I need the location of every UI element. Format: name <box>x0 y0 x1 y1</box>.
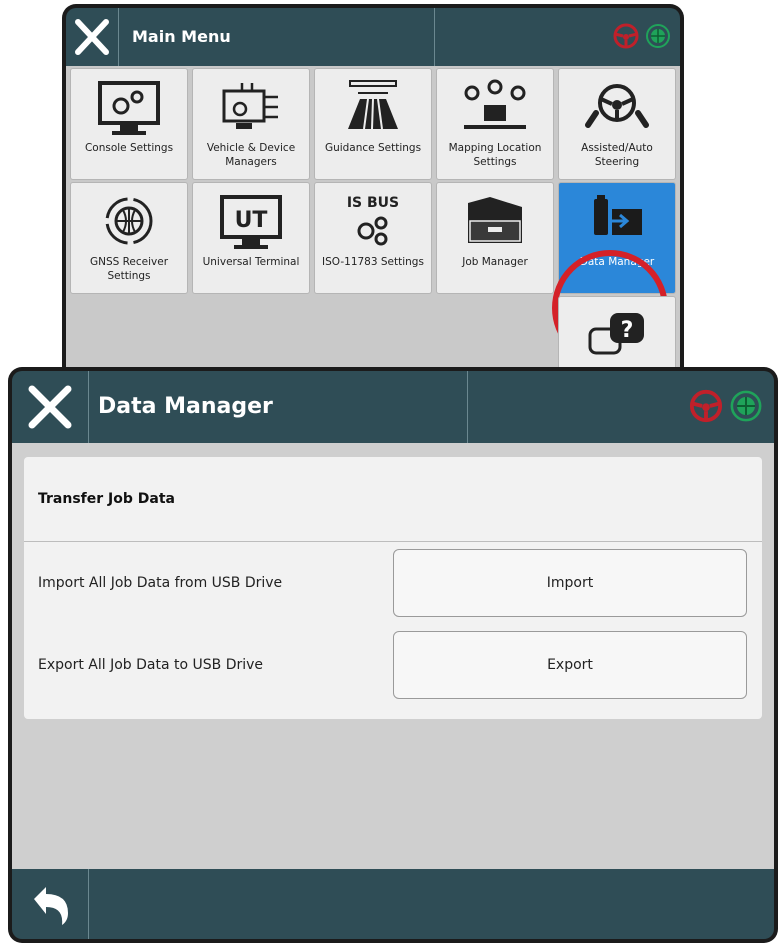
mapping-location-icon <box>464 79 526 129</box>
tile-console-settings[interactable]: Console Settings <box>70 68 188 180</box>
tile-label: ISO-11783 Settings <box>322 256 424 268</box>
steering-status-icon <box>613 23 639 49</box>
tile-iso-11783-settings[interactable]: IS BUS ISO-11783 Settings <box>314 182 432 294</box>
universal-terminal-icon: UT <box>220 195 282 249</box>
import-row: Import All Job Data from USB Drive Impor… <box>24 547 762 619</box>
guidance-icon <box>348 80 398 130</box>
data-manager-body: Transfer Job Data Import All Job Data fr… <box>12 443 774 869</box>
tile-label: Assisted/Auto Steering <box>581 142 653 168</box>
isobus-logo-text: IS BUS <box>347 195 399 211</box>
status-icons <box>612 22 672 50</box>
data-manager-header: Data Manager <box>12 371 774 443</box>
tile-assisted-auto-steering[interactable]: Assisted/Auto Steering <box>558 68 676 180</box>
gnss-status-icon <box>730 390 762 422</box>
data-manager-window: Data Manager Transfer Job Data Import Al… <box>8 367 778 943</box>
close-button[interactable] <box>66 8 119 66</box>
gnss-status-icon <box>646 24 670 48</box>
page-title: Data Manager <box>98 394 273 419</box>
tile-label: Vehicle & Device Managers <box>206 142 296 168</box>
tile-label: GNSS Receiver Settings <box>89 256 169 282</box>
steering-wheel-icon <box>585 84 649 128</box>
main-menu-grid: Console Settings Vehicle & Device Manage… <box>66 66 680 408</box>
svg-text:?: ? <box>621 318 634 343</box>
tile-label: Mapping Location Settings <box>448 142 542 168</box>
back-button[interactable] <box>12 869 89 939</box>
section-title: Transfer Job Data <box>24 457 762 542</box>
data-manager-footer <box>12 869 774 939</box>
main-menu-title: Main Menu <box>132 27 231 46</box>
import-button[interactable]: Import <box>393 549 747 617</box>
close-icon <box>28 385 72 429</box>
vehicle-device-icon <box>222 83 278 129</box>
ut-logo-text: UT <box>235 208 268 233</box>
main-menu-header: Main Menu <box>66 8 680 66</box>
job-manager-icon <box>468 197 522 243</box>
tile-label: Guidance Settings <box>324 142 422 154</box>
tile-universal-terminal[interactable]: UT Universal Terminal <box>192 182 310 294</box>
console-settings-icon <box>98 81 160 135</box>
gnss-receiver-icon <box>105 197 153 245</box>
tile-label: Job Manager <box>462 256 528 268</box>
tile-guidance-settings[interactable]: Guidance Settings <box>314 68 432 180</box>
tile-mapping-location-settings[interactable]: Mapping Location Settings <box>436 68 554 180</box>
export-row: Export All Job Data to USB Drive Export <box>24 629 762 701</box>
tile-label: Console Settings <box>84 142 174 154</box>
help-icon: ? <box>588 313 644 355</box>
export-label: Export All Job Data to USB Drive <box>38 657 264 673</box>
isobus-icon: IS BUS <box>347 195 399 246</box>
back-arrow-icon <box>34 887 68 925</box>
tile-label: Universal Terminal <box>202 256 300 268</box>
main-menu-window: Main Menu Console Settings Vehicle & Dev… <box>62 4 684 408</box>
status-icons <box>688 388 764 424</box>
tile-gnss-receiver-settings[interactable]: GNSS Receiver Settings <box>70 182 188 294</box>
data-manager-icon <box>594 195 642 235</box>
header-divider <box>467 371 468 443</box>
tile-job-manager[interactable]: Job Manager <box>436 182 554 294</box>
close-icon <box>75 19 109 55</box>
close-button[interactable] <box>12 371 89 443</box>
header-divider <box>434 8 435 66</box>
transfer-job-data-panel: Transfer Job Data Import All Job Data fr… <box>24 457 762 719</box>
import-label: Import All Job Data from USB Drive <box>38 575 283 591</box>
tile-vehicle-device-managers[interactable]: Vehicle & Device Managers <box>192 68 310 180</box>
steering-status-icon <box>689 389 723 423</box>
export-button[interactable]: Export <box>393 631 747 699</box>
